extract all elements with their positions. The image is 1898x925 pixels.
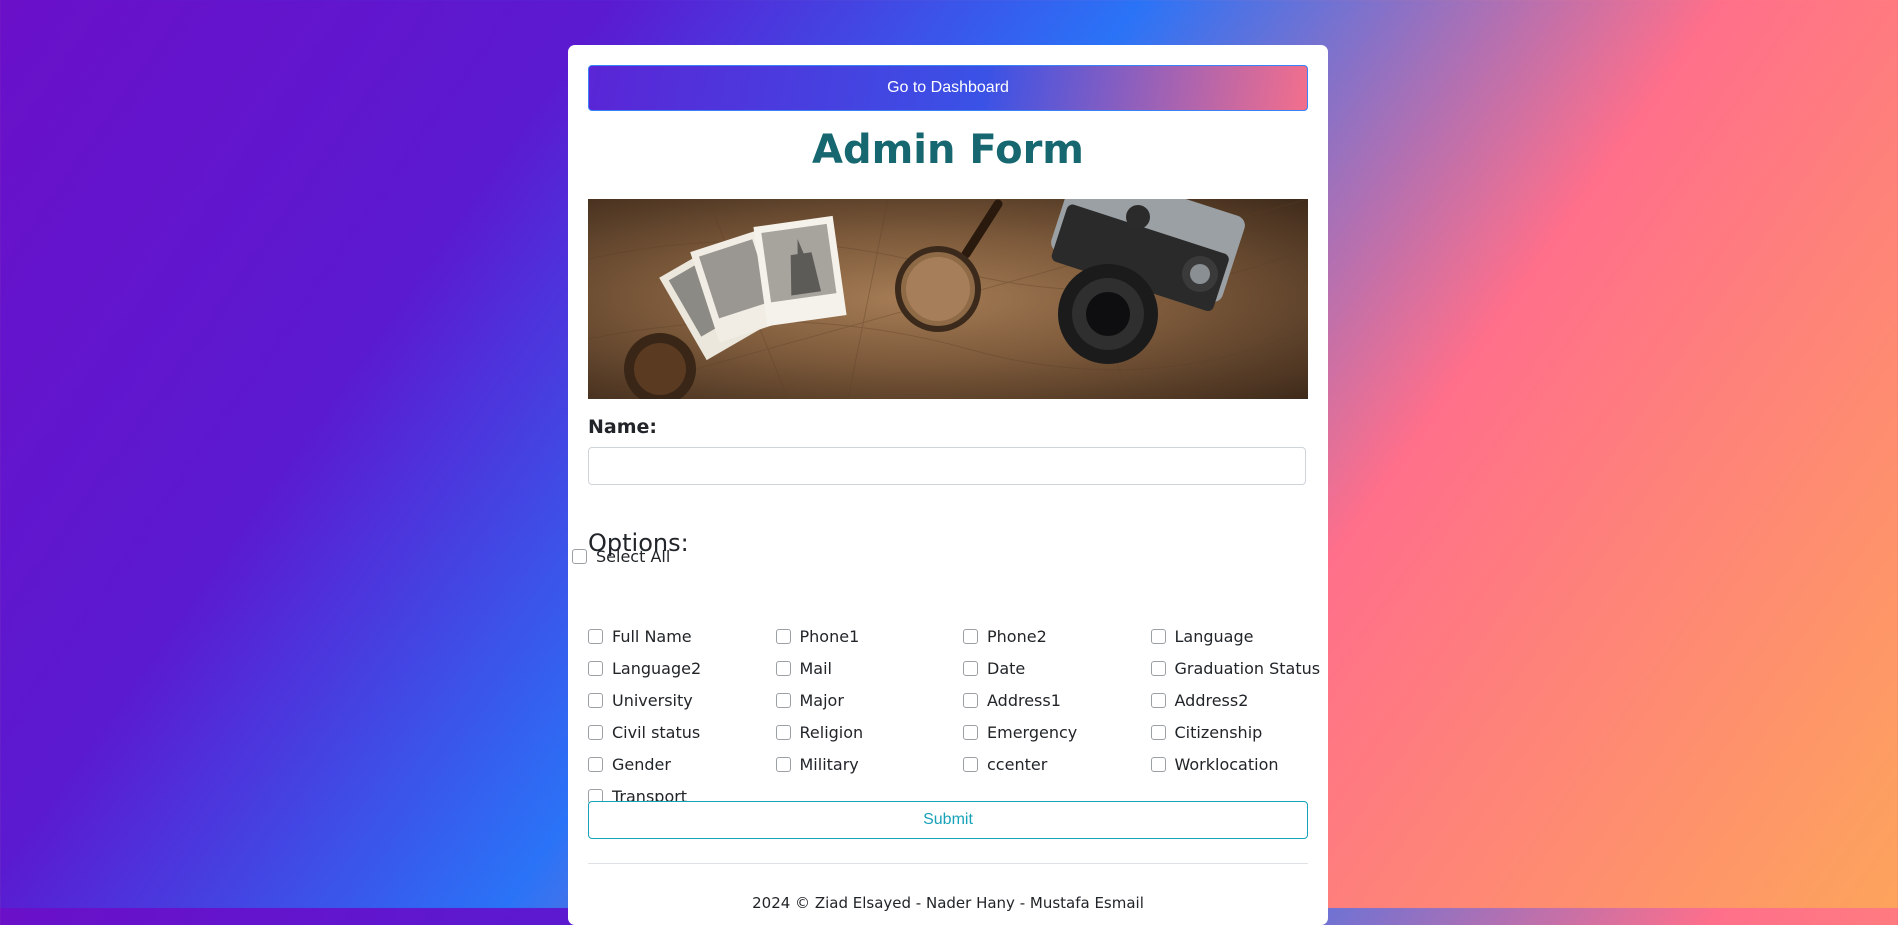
option-item[interactable]: Major <box>775 691 964 710</box>
option-label: Citizenship <box>1174 723 1263 742</box>
option-item[interactable]: University <box>588 691 776 710</box>
option-item[interactable]: Religion <box>775 723 964 742</box>
option-checkbox[interactable] <box>775 629 791 644</box>
option-label: ccenter <box>987 755 1048 774</box>
travel-map-camera-image <box>588 199 1308 399</box>
option-item[interactable]: Phone1 <box>775 627 964 646</box>
option-checkbox[interactable] <box>588 629 603 644</box>
select-all-option[interactable]: Select All <box>572 547 670 566</box>
option-label: Civil status <box>612 723 701 742</box>
option-label: Language <box>1174 627 1254 646</box>
name-label: Name: <box>588 416 658 438</box>
select-all-checkbox[interactable] <box>572 549 587 564</box>
option-checkbox[interactable] <box>963 757 978 772</box>
option-label: Language2 <box>612 659 702 678</box>
option-checkbox[interactable] <box>775 757 791 772</box>
submit-button[interactable]: Submit <box>588 801 1308 839</box>
option-label: Military <box>799 755 859 774</box>
option-checkbox[interactable] <box>588 693 603 708</box>
option-item[interactable]: Military <box>775 755 964 774</box>
option-item[interactable]: Date <box>963 659 1151 678</box>
option-label: Address2 <box>1174 691 1249 710</box>
option-item[interactable]: Full Name <box>588 627 776 646</box>
option-label: University <box>612 691 693 710</box>
option-item[interactable]: Language <box>1150 627 1339 646</box>
option-label: Phone1 <box>799 627 860 646</box>
banner-image <box>588 199 1308 399</box>
option-label: Major <box>799 691 844 710</box>
option-checkbox[interactable] <box>775 725 791 740</box>
option-label: Gender <box>612 755 671 774</box>
option-label: Phone2 <box>987 627 1047 646</box>
divider <box>588 863 1308 864</box>
option-item[interactable]: Address2 <box>1150 691 1339 710</box>
option-checkbox[interactable] <box>1150 693 1166 708</box>
option-label: Graduation Status <box>1174 659 1321 678</box>
option-label: Mail <box>799 659 833 678</box>
option-item[interactable]: Language2 <box>588 659 776 678</box>
option-label: Emergency <box>987 723 1078 742</box>
option-label: Address1 <box>987 691 1061 710</box>
option-checkbox[interactable] <box>775 661 791 676</box>
option-checkbox[interactable] <box>1150 661 1166 676</box>
option-checkbox[interactable] <box>963 725 978 740</box>
option-checkbox[interactable] <box>1150 725 1166 740</box>
option-item[interactable]: Mail <box>775 659 964 678</box>
option-checkbox[interactable] <box>775 693 791 708</box>
option-checkbox[interactable] <box>1150 757 1166 772</box>
form-card: Go to Dashboard Admin Form Name: Options… <box>568 45 1328 925</box>
option-item[interactable]: Graduation Status <box>1150 659 1339 678</box>
option-checkbox[interactable] <box>963 693 978 708</box>
option-item[interactable]: ccenter <box>963 755 1151 774</box>
name-input[interactable] <box>588 447 1306 485</box>
option-checkbox[interactable] <box>588 661 603 676</box>
option-item[interactable]: Address1 <box>963 691 1151 710</box>
option-item[interactable]: Gender <box>588 755 776 774</box>
option-item[interactable]: Citizenship <box>1150 723 1339 742</box>
select-all-label: Select All <box>596 547 671 566</box>
option-item[interactable]: Civil status <box>588 723 776 742</box>
option-label: Full Name <box>612 627 692 646</box>
options-grid: Full Name Phone1 Phone2 Language Languag… <box>588 627 1348 806</box>
option-item[interactable]: Emergency <box>963 723 1151 742</box>
footer-credits: 2024 © Ziad Elsayed - Nader Hany - Musta… <box>752 894 1144 912</box>
option-label: Worklocation <box>1174 755 1279 774</box>
option-label: Date <box>987 659 1026 678</box>
page-title: Admin Form <box>812 127 1084 173</box>
option-label: Religion <box>799 723 864 742</box>
option-checkbox[interactable] <box>588 757 603 772</box>
option-item[interactable]: Phone2 <box>963 627 1151 646</box>
option-checkbox[interactable] <box>963 629 978 644</box>
option-checkbox[interactable] <box>588 725 603 740</box>
option-checkbox[interactable] <box>963 661 978 676</box>
go-to-dashboard-button[interactable]: Go to Dashboard <box>588 65 1308 111</box>
option-item[interactable]: Worklocation <box>1150 755 1339 774</box>
option-checkbox[interactable] <box>1150 629 1166 644</box>
